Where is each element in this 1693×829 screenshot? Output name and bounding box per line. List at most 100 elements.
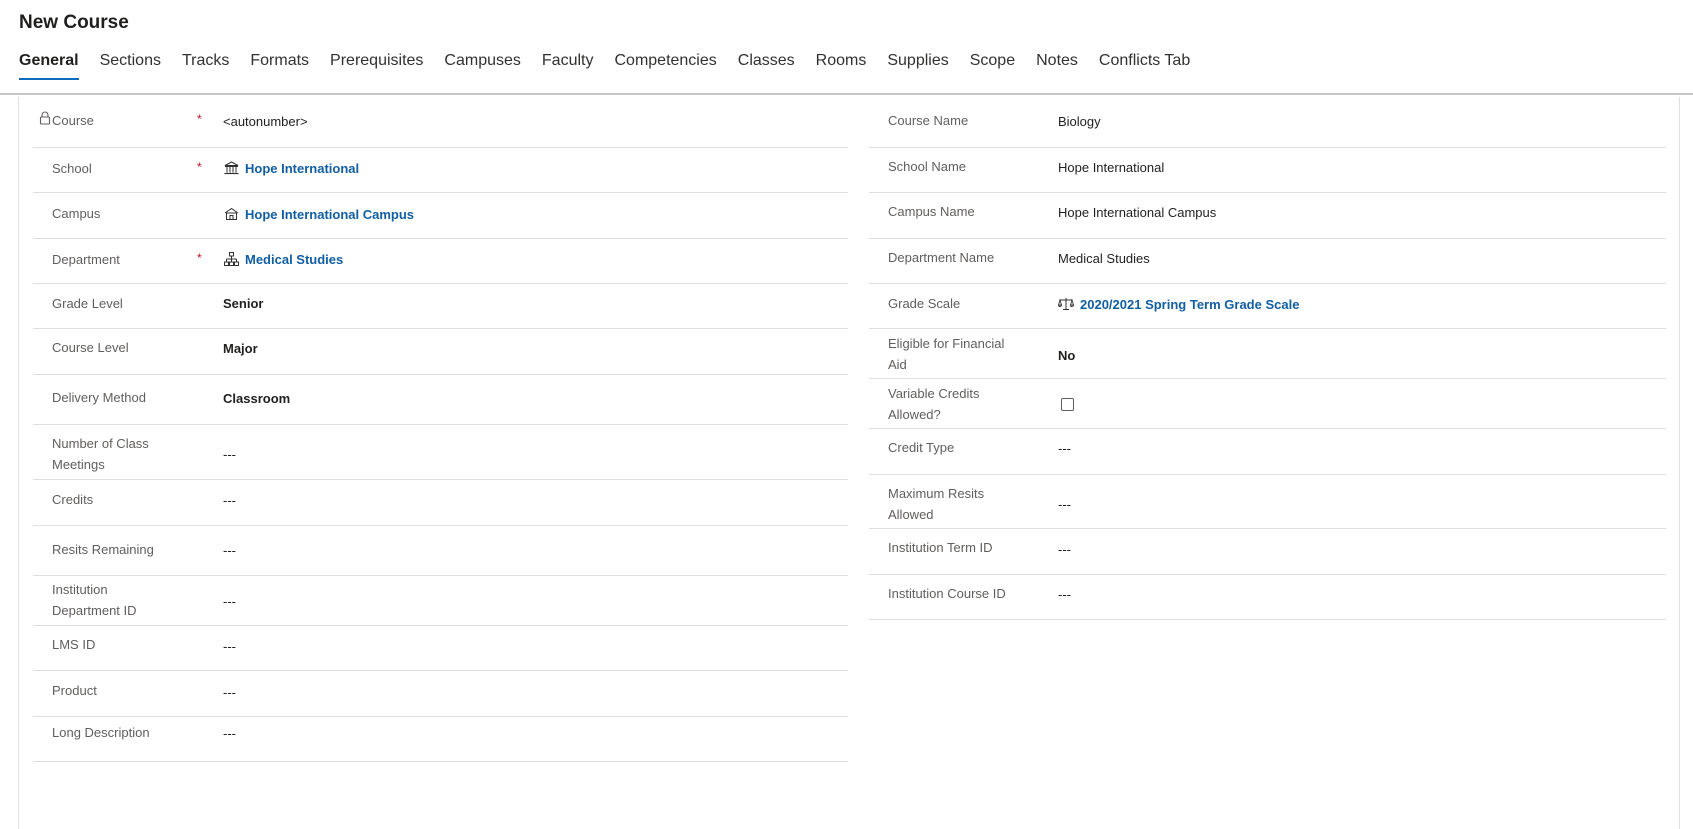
field-credits: Credits --- — [33, 480, 848, 526]
number-of-class-meetings-label: Number of Class Meetings — [52, 436, 149, 472]
required-marker: * — [197, 251, 202, 265]
course-name-value[interactable]: Biology — [1058, 114, 1101, 129]
school-name-value[interactable]: Hope International — [1058, 160, 1164, 175]
campus-icon — [223, 206, 239, 222]
variable-credits-allowed-label: Variable Credits Allowed? — [888, 386, 980, 422]
institution-course-id-label: Institution Course ID — [888, 586, 1006, 601]
grade-level-value[interactable]: Senior — [223, 296, 263, 311]
resits-remaining-value[interactable]: --- — [223, 543, 236, 558]
campus-label: Campus — [52, 206, 101, 221]
left-column: Course * <autonumber> School * Hope Inte… — [33, 101, 848, 762]
institution-department-id-label: Institution Department ID — [52, 582, 137, 618]
department-lookup[interactable]: Medical Studies — [223, 251, 343, 267]
school-label: School — [52, 161, 92, 176]
institution-term-id-value[interactable]: --- — [1058, 542, 1071, 557]
field-credit-type: Credit Type --- — [869, 429, 1666, 475]
credits-label: Credits — [52, 492, 94, 507]
field-grade-scale: Grade Scale 2020/2021 Spring Term Grade … — [869, 284, 1666, 329]
eligible-for-financial-aid-value[interactable]: No — [1058, 348, 1075, 363]
tab-formats[interactable]: Formats — [250, 50, 309, 80]
tab-bar: General Sections Tracks Formats Prerequi… — [19, 50, 1211, 80]
field-variable-credits-allowed: Variable Credits Allowed? — [869, 379, 1666, 429]
course-level-label: Course Level — [52, 340, 129, 355]
tab-general[interactable]: General — [19, 50, 79, 80]
institution-term-id-label: Institution Term ID — [888, 540, 993, 555]
institution-department-id-value[interactable]: --- — [223, 594, 236, 609]
field-long-description: Long Description --- — [33, 717, 848, 762]
tab-notes[interactable]: Notes — [1036, 50, 1078, 80]
org-chart-icon — [223, 251, 239, 267]
eligible-for-financial-aid-label: Eligible for Financial Aid — [888, 336, 1005, 372]
field-school: School * Hope International — [33, 148, 848, 193]
product-label: Product — [52, 683, 97, 698]
delivery-method-label: Delivery Method — [52, 390, 146, 405]
maximum-resits-allowed-label: Maximum Resits Allowed — [888, 486, 985, 522]
page-title: New Course — [19, 12, 129, 33]
variable-credits-checkbox[interactable] — [1061, 398, 1074, 411]
tab-scope[interactable]: Scope — [970, 50, 1015, 80]
grade-scale-lookup[interactable]: 2020/2021 Spring Term Grade Scale — [1058, 296, 1299, 312]
tab-conflicts[interactable]: Conflicts Tab — [1099, 50, 1190, 80]
field-campus-name: Campus Name Hope International Campus — [869, 193, 1666, 239]
tab-faculty[interactable]: Faculty — [542, 50, 594, 80]
school-lookup[interactable]: Hope International — [223, 160, 359, 176]
credit-type-label: Credit Type — [888, 440, 955, 455]
building-icon — [223, 160, 239, 176]
field-grade-level: Grade Level Senior — [33, 284, 848, 329]
field-course-name: Course Name Biology — [869, 101, 1666, 148]
campus-name-label: Campus Name — [888, 204, 975, 219]
right-column: Course Name Biology School Name Hope Int… — [869, 101, 1666, 620]
field-school-name: School Name Hope International — [869, 148, 1666, 193]
product-value[interactable]: --- — [223, 685, 236, 700]
form-header: New Course General Sections Tracks Forma… — [0, 0, 1693, 95]
campus-lookup-text: Hope International Campus — [245, 206, 415, 222]
field-course: Course * <autonumber> — [33, 101, 848, 148]
scale-icon — [1058, 296, 1074, 312]
delivery-method-value[interactable]: Classroom — [223, 391, 290, 406]
tab-classes[interactable]: Classes — [738, 50, 795, 80]
institution-course-id-value[interactable]: --- — [1058, 587, 1071, 602]
tab-campuses[interactable]: Campuses — [444, 50, 520, 80]
number-of-class-meetings-value[interactable]: --- — [223, 447, 236, 462]
field-number-of-class-meetings: Number of Class Meetings --- — [33, 425, 848, 480]
field-resits-remaining: Resits Remaining --- — [33, 526, 848, 576]
credit-type-value[interactable]: --- — [1058, 441, 1071, 456]
school-name-label: School Name — [888, 159, 967, 174]
grade-level-label: Grade Level — [52, 296, 123, 311]
course-level-value[interactable]: Major — [223, 341, 258, 356]
department-name-label: Department Name — [888, 250, 995, 265]
field-institution-term-id: Institution Term ID --- — [869, 529, 1666, 575]
general-section: Course * <autonumber> School * Hope Inte… — [18, 97, 1680, 829]
course-value[interactable]: <autonumber> — [223, 114, 308, 129]
required-marker: * — [197, 160, 202, 174]
department-label: Department — [52, 252, 120, 267]
lms-id-value[interactable]: --- — [223, 639, 236, 654]
tab-prerequisites[interactable]: Prerequisites — [330, 50, 423, 80]
lms-id-label: LMS ID — [52, 637, 96, 652]
course-name-label: Course Name — [888, 113, 969, 128]
department-name-value[interactable]: Medical Studies — [1058, 251, 1150, 266]
field-eligible-for-financial-aid: Eligible for Financial Aid No — [869, 329, 1666, 379]
maximum-resits-allowed-value[interactable]: --- — [1058, 497, 1071, 512]
field-course-level: Course Level Major — [33, 329, 848, 375]
tab-sections[interactable]: Sections — [100, 50, 161, 80]
field-lms-id: LMS ID --- — [33, 626, 848, 671]
field-delivery-method: Delivery Method Classroom — [33, 375, 848, 425]
lock-icon — [39, 111, 51, 125]
tab-competencies[interactable]: Competencies — [614, 50, 716, 80]
tab-tracks[interactable]: Tracks — [182, 50, 229, 80]
tab-rooms[interactable]: Rooms — [816, 50, 867, 80]
field-institution-department-id: Institution Department ID --- — [33, 576, 848, 626]
grade-scale-label: Grade Scale — [888, 296, 961, 311]
school-lookup-text: Hope International — [245, 160, 360, 176]
campus-name-value[interactable]: Hope International Campus — [1058, 205, 1216, 220]
field-maximum-resits-allowed: Maximum Resits Allowed --- — [869, 475, 1666, 529]
tab-supplies[interactable]: Supplies — [887, 50, 948, 80]
field-product: Product --- — [33, 671, 848, 717]
long-description-label: Long Description — [52, 725, 150, 740]
department-lookup-text: Medical Studies — [245, 251, 344, 267]
grade-scale-lookup-text: 2020/2021 Spring Term Grade Scale — [1080, 296, 1300, 312]
credits-value[interactable]: --- — [223, 493, 236, 508]
long-description-value[interactable]: --- — [223, 726, 236, 741]
campus-lookup[interactable]: Hope International Campus — [223, 206, 414, 222]
